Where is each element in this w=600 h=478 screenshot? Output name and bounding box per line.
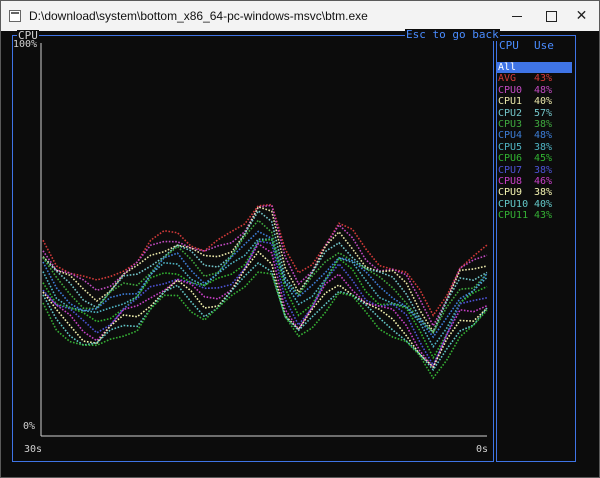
cpu-row-use: 40% (534, 198, 553, 210)
cpu-series-line (42, 230, 488, 339)
cpu-list-row[interactable]: CPU6 45% (497, 153, 572, 164)
cpu-list-row[interactable]: CPU1 40% (497, 96, 572, 107)
y-axis-min-label: 0% (23, 421, 36, 432)
cpu-row-use: 40% (534, 96, 553, 108)
cpu-list-row[interactable]: CPU11 43% (497, 210, 572, 221)
title-bar[interactable]: D:\download\system\bottom_x86_64-pc-wind… (1, 1, 599, 31)
cpu-row-use: 48% (534, 130, 553, 142)
cpu-row-name: CPU9 (498, 187, 523, 199)
cpu-row-use: 43% (534, 210, 553, 222)
cpu-list-row[interactable]: CPU3 38% (497, 119, 572, 130)
cpu-row-use: 45% (534, 153, 553, 165)
cpu-list-row[interactable]: CPU0 48% (497, 85, 572, 96)
terminal-area: CPU Esc to go back 100% 0% 30s 0s CPU Us… (1, 29, 599, 477)
cpu-row-name: CPU7 (498, 164, 523, 176)
cpu-series-layer (42, 203, 488, 380)
cpu-row-name: CPU10 (498, 198, 529, 210)
cpu-row-use: 48% (534, 84, 553, 96)
cpu-list-row[interactable]: CPU10 40% (497, 199, 572, 210)
cpu-row-name: CPU6 (498, 153, 523, 165)
close-button[interactable]: ✕ (564, 1, 599, 31)
console-app-icon (9, 10, 21, 22)
cpu-series-line (42, 209, 488, 335)
cpu-row-use: 43% (534, 73, 553, 85)
cpu-list-row[interactable]: CPU5 38% (497, 142, 572, 153)
cpu-row-name: AVG (498, 73, 517, 85)
cpu-list-row[interactable]: CPU9 38% (497, 187, 572, 198)
window-title: D:\download\system\bottom_x86_64-pc-wind… (29, 9, 368, 23)
cpu-row-name: CPU2 (498, 107, 523, 119)
cpu-series-line (42, 250, 488, 369)
cpu-list-row[interactable]: AVG 43% (497, 73, 572, 84)
cpu-row-name: CPU11 (498, 210, 529, 222)
cpu-row-name: CPU1 (498, 96, 523, 108)
terminal-window: D:\download\system\bottom_x86_64-pc-wind… (0, 0, 600, 478)
cpu-row-name: CPU8 (498, 176, 523, 187)
cpu-list-row[interactable]: CPU4 48% (497, 130, 572, 141)
cpu-series-line (42, 219, 488, 335)
cpu-series-line (42, 261, 488, 372)
cpu-list-row[interactable]: CPU2 57% (497, 108, 572, 119)
cpu-series-line (42, 242, 488, 369)
y-axis-max-label: 100% (13, 39, 38, 50)
cpu-series-line (42, 238, 488, 360)
cpu-row-use: 38% (534, 119, 553, 130)
x-axis-right-label: 0s (476, 444, 489, 455)
cpu-row-use: 57% (534, 107, 553, 119)
cpu-row-name: All (498, 62, 517, 73)
cpu-row-use: 38% (534, 164, 553, 176)
cpu-row-name: CPU3 (498, 119, 523, 130)
cpu-row-use: 38% (534, 187, 553, 199)
cpu-series-line (42, 240, 488, 367)
cpu-list-row[interactable]: CPU7 38% (497, 165, 572, 176)
cpu-list-row[interactable]: All (497, 62, 572, 73)
cpu-list-row[interactable]: CPU8 46% (497, 176, 572, 187)
cpu-row-name: CPU4 (498, 130, 523, 142)
x-axis-left-label: 30s (24, 444, 43, 455)
cpu-row-use: 46% (534, 176, 553, 187)
cpu-row-name: CPU0 (498, 84, 523, 96)
list-header-use: Use (534, 39, 554, 52)
cpu-row-name: CPU5 (498, 141, 523, 153)
cpu-row-use: 38% (534, 141, 553, 153)
list-header-cpu: CPU (499, 39, 519, 52)
